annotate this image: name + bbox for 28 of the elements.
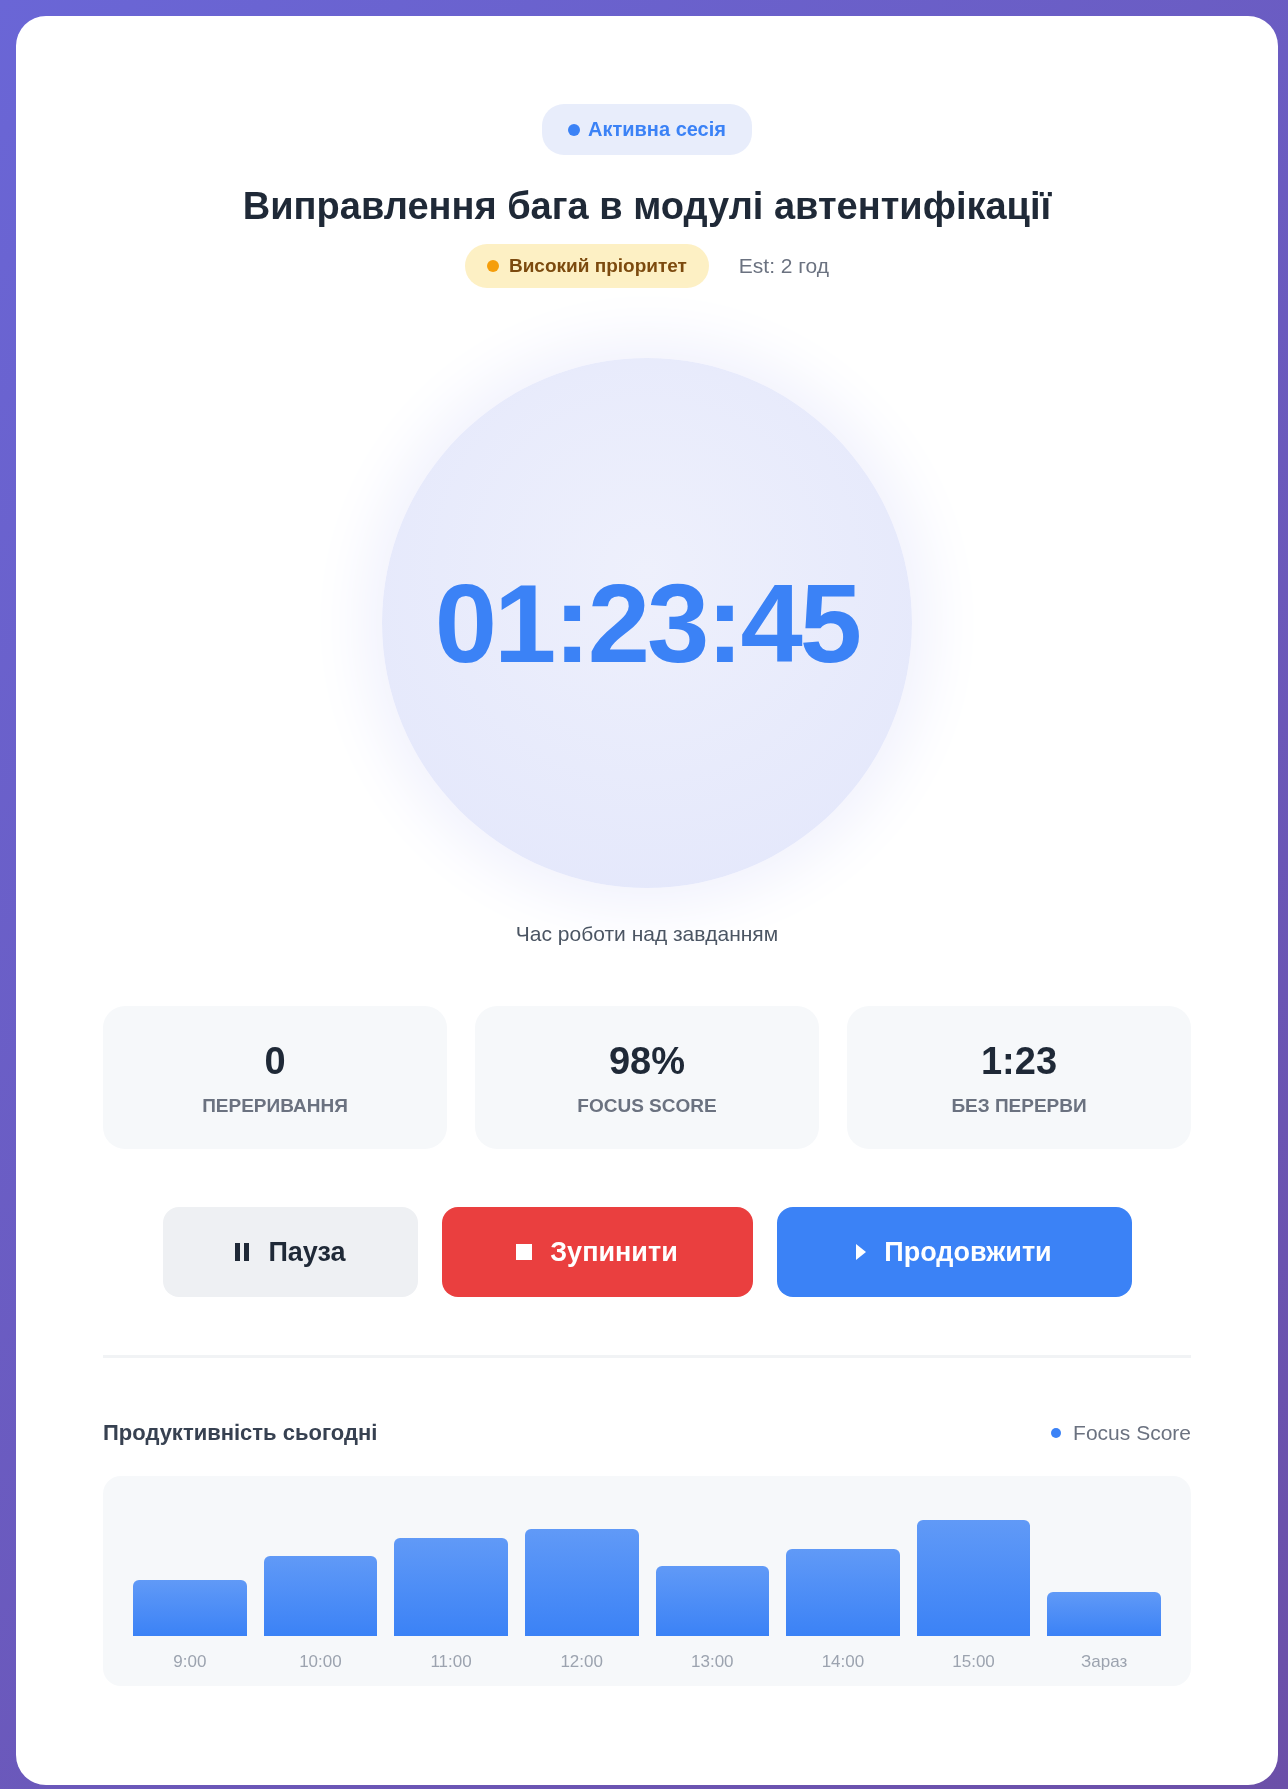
axis-label: 12:00 xyxy=(559,1652,604,1672)
stat-value: 0 xyxy=(263,1040,287,1083)
stop-button[interactable]: Зупинити xyxy=(441,1207,753,1297)
axis-label: 14:00 xyxy=(820,1652,866,1672)
pause-icon xyxy=(234,1242,251,1262)
task-title: Виправлення бага в модулі автентифікації xyxy=(241,185,1053,228)
stat-label: FOCUS SCORE xyxy=(576,1095,718,1117)
chart-title: Продуктивність сьогодні xyxy=(103,1420,378,1446)
axis-label: 13:00 xyxy=(690,1652,735,1672)
pause-button[interactable]: Пауза xyxy=(162,1207,418,1297)
play-icon xyxy=(856,1244,867,1260)
timer-caption: Час роботи над завданням xyxy=(514,922,780,946)
chart-legend: Focus Score xyxy=(1051,1421,1191,1445)
stat-label: ПЕРЕРИВАННЯ xyxy=(201,1095,349,1117)
estimate-text: Est: 2 год xyxy=(738,254,830,278)
timer-display: 01:23:45 xyxy=(434,559,860,688)
axis-label: 9:00 xyxy=(172,1652,208,1672)
resume-button[interactable]: Продовжити xyxy=(776,1207,1132,1297)
axis-label: 15:00 xyxy=(951,1652,996,1672)
stop-icon xyxy=(516,1244,533,1260)
axis-label: 11:00 xyxy=(429,1652,473,1672)
stat-value: 98% xyxy=(607,1040,687,1083)
stat-value: 1:23 xyxy=(979,1040,1059,1083)
status-badge: Активна сесія xyxy=(542,104,752,155)
priority-badge: Високий пріоритет xyxy=(464,244,709,288)
axis-label: Зараз xyxy=(1080,1652,1129,1672)
axis-label: 10:00 xyxy=(298,1652,343,1672)
stat-label: БЕЗ ПЕРЕРВИ xyxy=(950,1095,1088,1117)
